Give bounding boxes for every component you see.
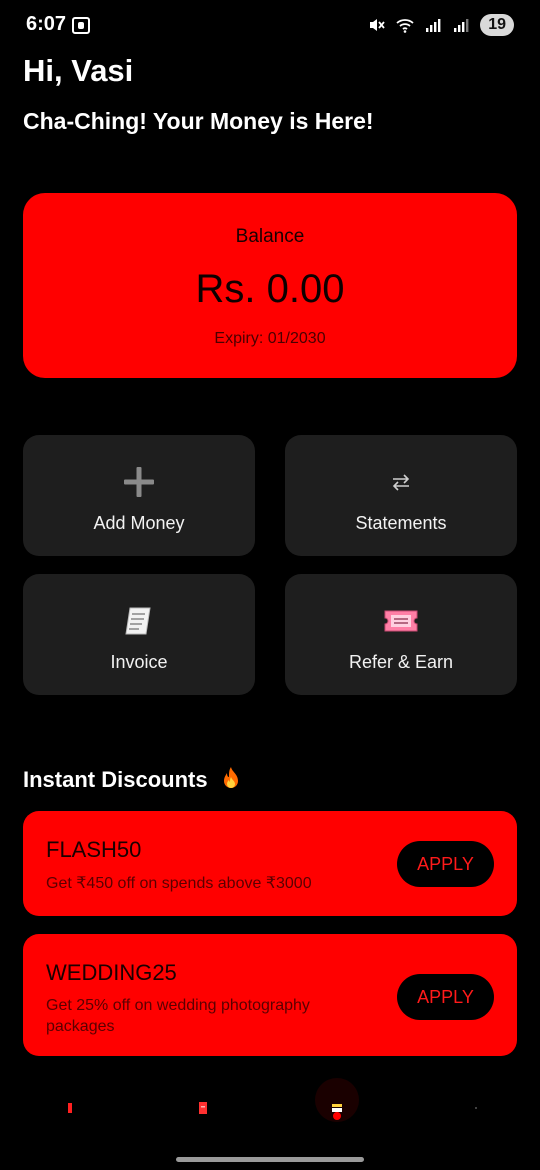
home-icon — [68, 1103, 72, 1113]
signal-icon-2 — [454, 19, 469, 32]
home-indicator[interactable] — [176, 1157, 364, 1162]
add-money-label: Add Money — [93, 513, 185, 533]
screen-record-icon — [72, 17, 90, 34]
plus-icon — [23, 465, 255, 499]
balance-card: Balance Rs. 0.00 Expiry: 01/2030 — [23, 193, 517, 378]
invoice-label: Invoice — [110, 652, 168, 672]
discount-card: WEDDING25 Get 25% off on wedding photogr… — [23, 934, 517, 1056]
battery-indicator: 19 — [480, 14, 514, 36]
balance-expiry: Expiry: 01/2030 — [214, 330, 326, 347]
nav-active-dot — [333, 1112, 341, 1120]
discount-code: FLASH50 — [46, 837, 142, 862]
apply-button[interactable]: APPLY — [397, 974, 494, 1020]
greeting: Hi, Vasi — [23, 53, 134, 88]
refer-earn-button[interactable]: Refer & Earn — [285, 574, 517, 695]
signal-icon — [426, 19, 441, 32]
status-time: 6:07 — [26, 13, 67, 35]
discount-card: FLASH50 Get ₹450 off on spends above ₹30… — [23, 811, 517, 916]
discount-code: WEDDING25 — [46, 960, 177, 985]
bottom-nav — [0, 1060, 540, 1170]
balance-label: Balance — [235, 226, 305, 247]
ticket-icon — [285, 604, 517, 638]
nav-profile[interactable] — [456, 1088, 496, 1128]
add-money-button[interactable]: Add Money — [23, 435, 255, 556]
tagline: Cha-Ching! Your Money is Here! — [23, 108, 374, 134]
mute-icon — [370, 19, 385, 31]
statements-button[interactable]: Statements — [285, 435, 517, 556]
refer-earn-label: Refer & Earn — [348, 652, 454, 672]
discount-description: Get ₹450 off on spends above ₹3000 — [46, 875, 312, 892]
apply-button[interactable]: APPLY — [397, 841, 494, 887]
status-icons: 19 — [368, 14, 514, 36]
invoice-button[interactable]: Invoice — [23, 574, 255, 695]
instant-discounts-title: Instant Discounts — [23, 766, 242, 793]
swap-arrows-icon — [285, 465, 517, 499]
status-bar: 6:07 19 — [0, 0, 540, 52]
receipt-icon — [23, 604, 255, 638]
profile-icon — [475, 1107, 477, 1109]
balance-amount: Rs. 0.00 — [195, 267, 345, 311]
fire-icon — [223, 767, 238, 788]
instant-discounts-label: Instant Discounts — [23, 767, 208, 792]
wifi-icon — [396, 19, 414, 33]
nav-documents[interactable] — [183, 1088, 223, 1128]
nav-wallet[interactable] — [317, 1088, 357, 1128]
nav-home[interactable] — [50, 1088, 90, 1128]
statements-label: Statements — [355, 513, 447, 533]
document-icon — [199, 1102, 207, 1114]
discount-description: Get 25% off on wedding photography packa… — [46, 997, 310, 1035]
